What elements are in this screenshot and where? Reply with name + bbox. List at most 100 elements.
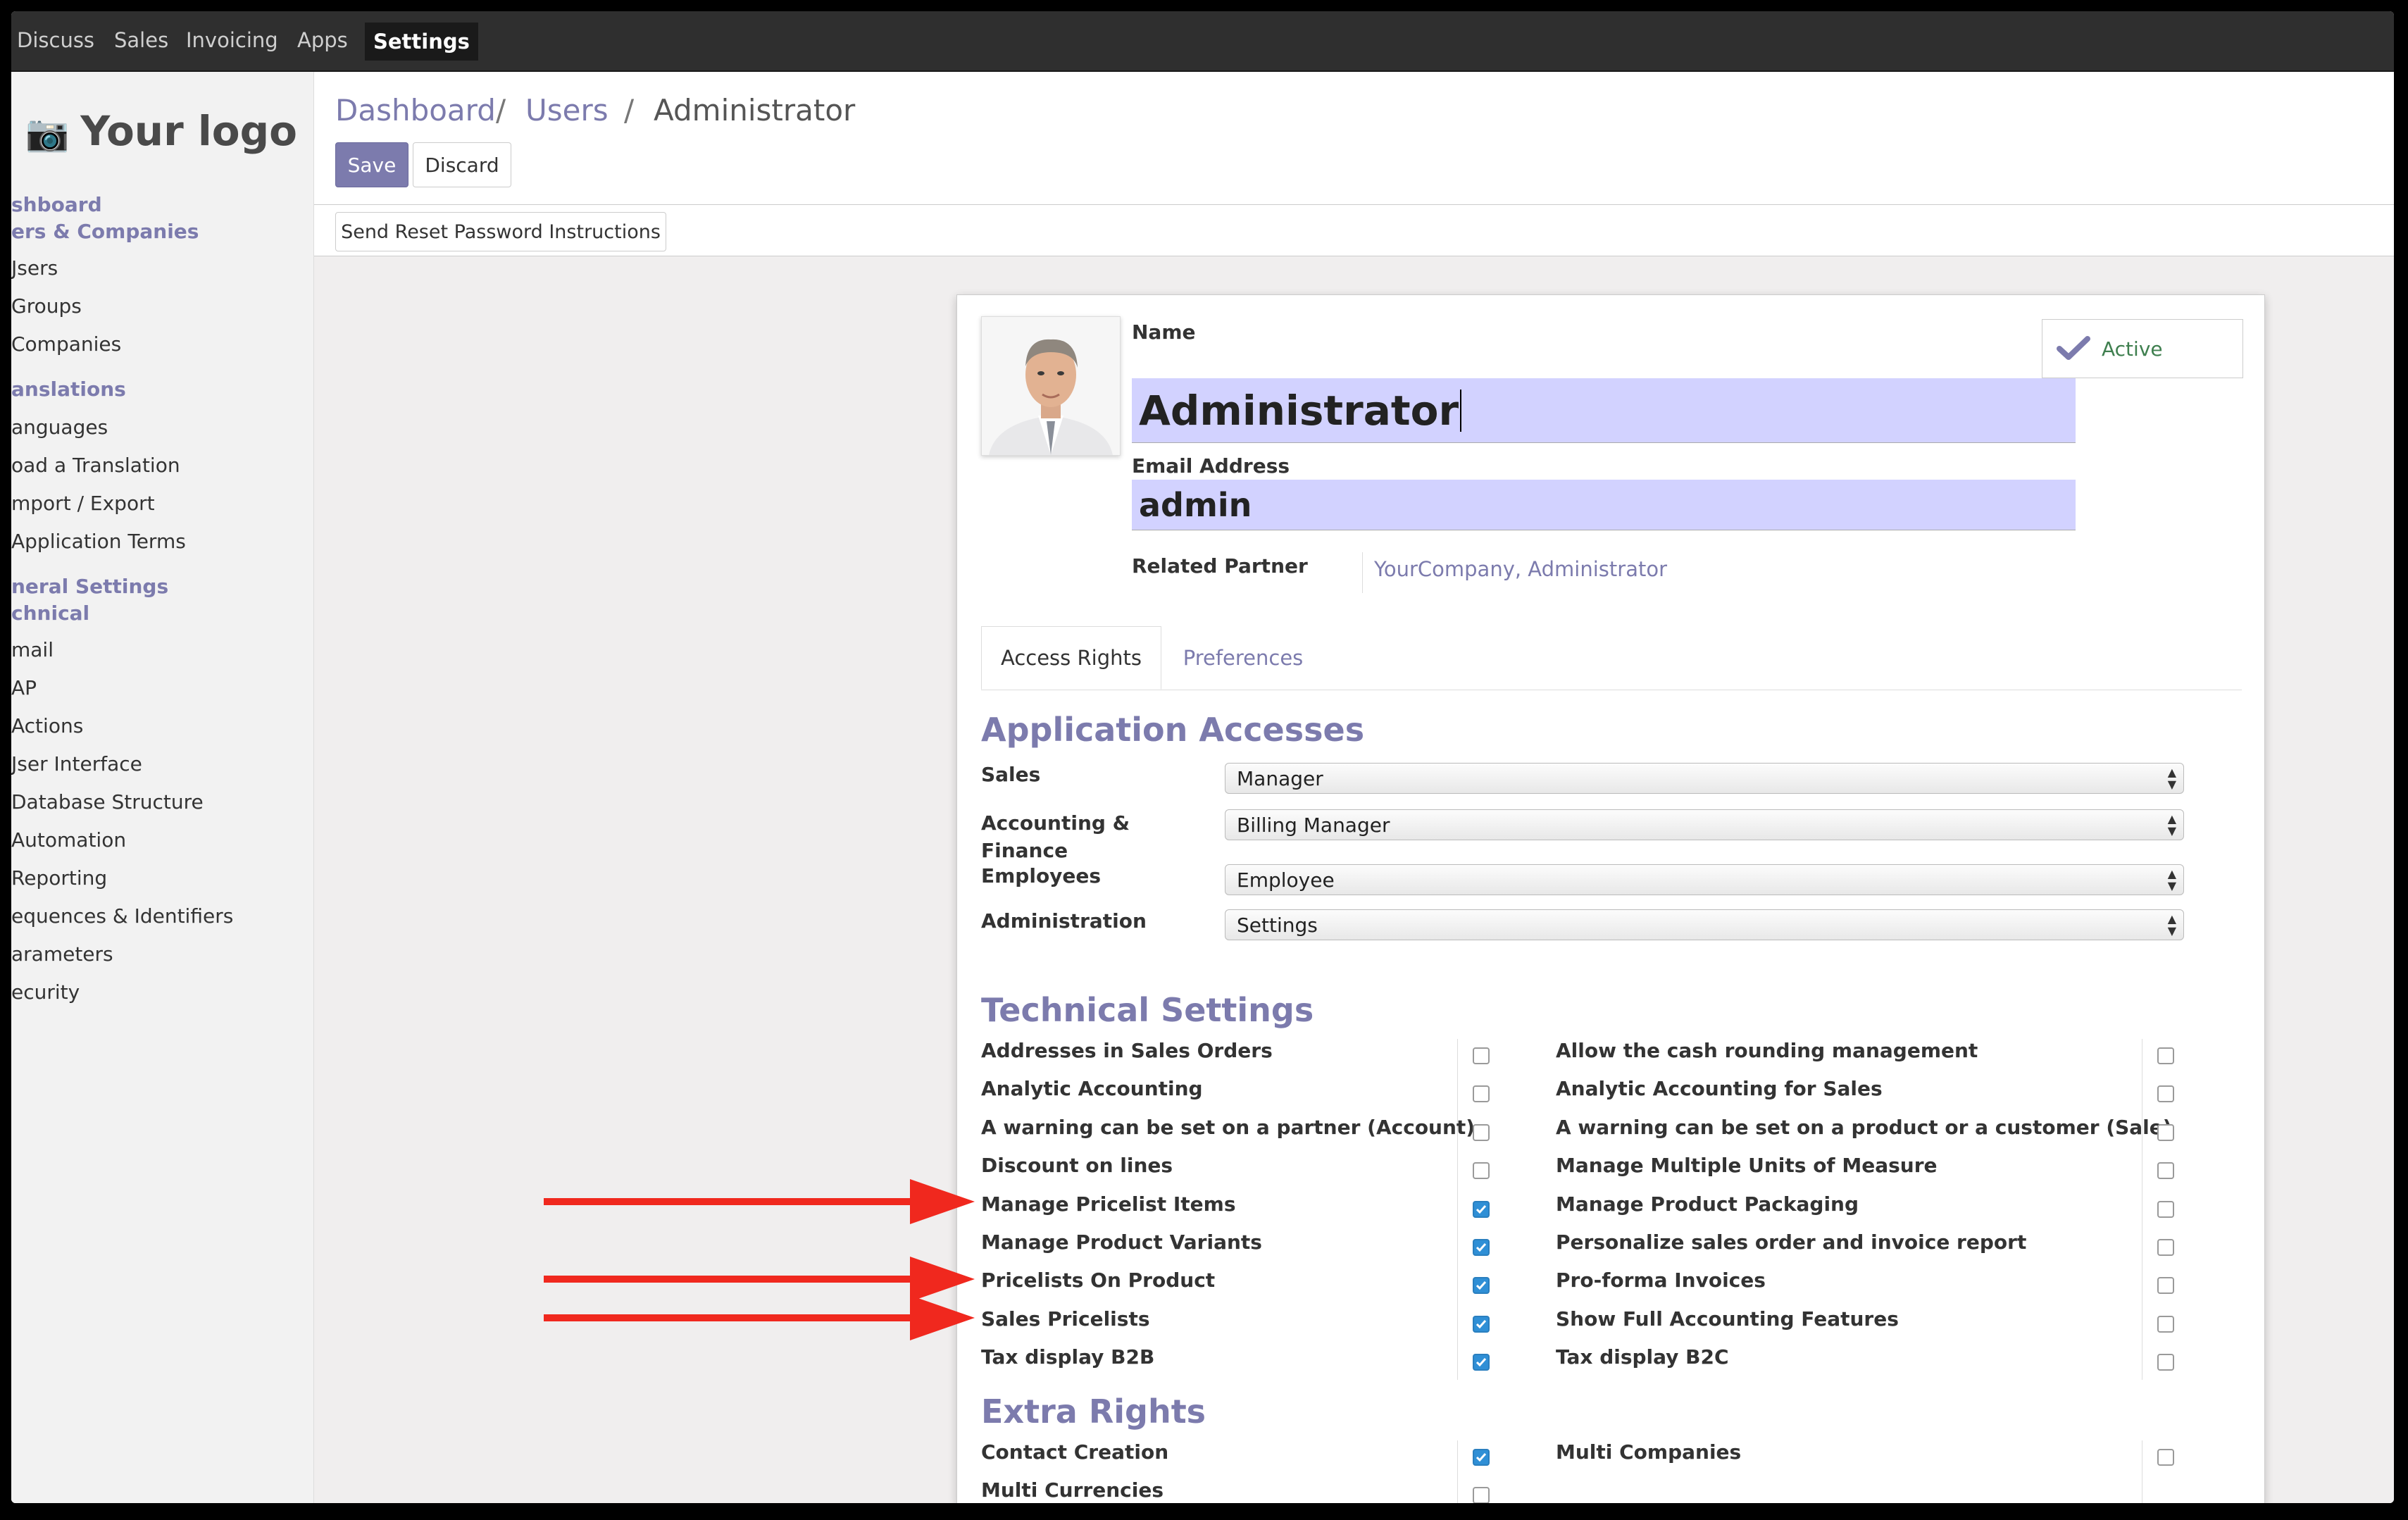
checkbox-show-full-accounting-features[interactable] [2157,1315,2174,1333]
sidebar-item-application-terms[interactable]: Application Terms [11,530,186,553]
setting-label-pricelists-on-product: Pricelists On Product [981,1269,1216,1292]
employees-access-select[interactable]: Employee ▲ ▼ [1225,864,2184,895]
setting-label-multi-currencies: Multi Currencies [981,1478,1164,1502]
sales-access-value: Manager [1237,766,1323,790]
email-input[interactable]: admin [1132,480,2076,530]
nav-discuss[interactable]: Discuss [17,28,94,52]
sidebar-item-languages[interactable]: anguages [11,416,108,439]
sidebar-item-users-companies[interactable]: ers & Companies [11,220,199,243]
checkbox-manage-pricelist-items[interactable] [1473,1200,1490,1218]
setting-label-tax-display-b2b: Tax display B2B [981,1345,1155,1369]
accounting-access-value: Billing Manager [1237,813,1390,837]
checkbox-tax-display-b2b[interactable] [1473,1354,1490,1371]
related-partner-link[interactable]: YourCompany, Administrator [1374,557,1667,581]
column-divider [1457,1039,1458,1380]
name-input[interactable]: Administrator [1132,378,2076,443]
breadcrumb-current: Administrator [654,93,856,127]
checkbox-tax-display-b2c[interactable] [2157,1354,2174,1371]
setting-label-a-warning-can-be-set-on-a-product-or-a-customer-sale: A warning can be set on a product or a c… [1556,1115,2172,1139]
sidebar-item-sequences[interactable]: equences & Identifiers [11,904,233,928]
select-arrows-icon: ▲ ▼ [2167,912,2176,937]
accounting-access-select[interactable]: Billing Manager ▲ ▼ [1225,809,2184,840]
avatar-photo [982,317,1120,455]
employees-access-value: Employee [1237,868,1335,892]
setting-label-discount-on-lines: Discount on lines [981,1154,1173,1178]
checkbox-allow-the-cash-rounding-management[interactable] [2157,1047,2174,1064]
setting-label-multi-companies: Multi Companies [1556,1440,1742,1464]
save-button[interactable]: Save [335,142,408,187]
sidebar-item-technical[interactable]: chnical [11,602,89,625]
setting-label-manage-product-variants: Manage Product Variants [981,1231,1262,1254]
sidebar-item-groups[interactable]: Groups [11,294,82,318]
administration-access-select[interactable]: Settings ▲ ▼ [1225,909,2184,940]
sidebar-item-general-settings[interactable]: neral Settings [11,575,168,598]
technical-settings-title: Technical Settings [981,991,1314,1029]
active-toggle-button[interactable]: Active [2042,319,2243,378]
sidebar-item-user-interface[interactable]: Jser Interface [11,752,142,775]
sidebar-item-security[interactable]: ecurity [11,980,80,1004]
checkbox-discount-on-lines[interactable] [1473,1162,1490,1180]
name-label: Name [1132,320,1196,344]
sidebar-item-companies[interactable]: Companies [11,332,121,356]
breadcrumb-dashboard[interactable]: Dashboard [335,93,496,127]
sidebar-item-reporting[interactable]: Reporting [11,866,107,890]
email-value: admin [1139,485,1252,524]
sidebar-item-load-translation[interactable]: oad a Translation [11,454,180,477]
checkbox-sales-pricelists[interactable] [1473,1315,1490,1333]
sidebar-item-database-structure[interactable]: Database Structure [11,790,204,814]
nav-settings[interactable]: Settings [365,23,478,61]
sidebar-item-iap[interactable]: AP [11,676,37,699]
setting-label-manage-product-packaging: Manage Product Packaging [1556,1192,1859,1216]
checkbox-manage-product-packaging[interactable] [2157,1200,2174,1218]
checkbox-contact-creation[interactable] [1473,1449,1490,1466]
checkbox-analytic-accounting[interactable] [1473,1085,1490,1103]
setting-label-a-warning-can-be-set-on-a-partner-account: A warning can be set on a partner (Accou… [981,1115,1476,1139]
select-arrows-icon: ▲ ▼ [2167,766,2176,791]
user-avatar[interactable] [981,316,1121,456]
email-label: Email Address [1132,454,1290,478]
checkmark-icon [1476,1319,1487,1328]
checkbox-personalize-sales-order-and-invoice-report[interactable] [2157,1239,2174,1256]
checkbox-multi-companies[interactable] [2157,1449,2174,1466]
checkbox-a-warning-can-be-set-on-a-partner-account[interactable] [1473,1123,1490,1141]
reset-password-button[interactable]: Send Reset Password Instructions [335,212,666,251]
select-arrows-icon: ▲ ▼ [2167,867,2176,892]
sidebar-item-import-export[interactable]: mport / Export [11,492,155,515]
checkbox-manage-multiple-units-of-measure[interactable] [2157,1162,2174,1180]
sidebar-item-actions[interactable]: Actions [11,714,83,737]
checkbox-addresses-in-sales-orders[interactable] [1473,1047,1490,1064]
checkbox-analytic-accounting-for-sales[interactable] [2157,1085,2174,1103]
setting-label-analytic-accounting-for-sales: Analytic Accounting for Sales [1556,1077,1883,1101]
sales-access-select[interactable]: Manager ▲ ▼ [1225,763,2184,794]
sidebar-item-dashboard[interactable]: shboard [11,193,102,216]
setting-label-analytic-accounting: Analytic Accounting [981,1077,1203,1101]
checkbox-manage-product-variants[interactable] [1473,1239,1490,1256]
breadcrumb-separator: / [624,93,635,127]
sidebar-item-email[interactable]: mail [11,638,54,661]
tab-access-rights[interactable]: Access Rights [981,626,1161,690]
top-nav-bar: Discuss Sales Invoicing Apps Settings [11,11,2394,72]
breadcrumb-separator: / [496,93,506,127]
checkbox-a-warning-can-be-set-on-a-product-or-a-customer-sale[interactable] [2157,1123,2174,1141]
form-sheet: Name Administrator Email Address admin R… [956,294,2265,1503]
nav-invoicing[interactable]: Invoicing [186,28,278,52]
discard-button[interactable]: Discard [413,142,511,187]
checkbox-multi-currencies[interactable] [1473,1487,1490,1503]
sidebar-item-automation[interactable]: Automation [11,828,126,852]
tab-preferences[interactable]: Preferences [1161,626,1325,690]
sidebar-item-users[interactable]: Jsers [11,256,58,280]
nav-apps[interactable]: Apps [297,28,348,52]
accounting-access-label: Accounting & Finance [981,811,1130,862]
employees-access-label: Employees [981,864,1102,887]
nav-sales[interactable]: Sales [114,28,168,52]
sidebar-item-parameters[interactable]: arameters [11,942,113,966]
breadcrumb-users[interactable]: Users [525,93,609,127]
setting-label-sales-pricelists: Sales Pricelists [981,1307,1150,1331]
checkbox-pricelists-on-product[interactable] [1473,1277,1490,1295]
setting-label-tax-display-b2c: Tax display B2C [1556,1345,1729,1369]
setting-label-contact-creation: Contact Creation [981,1440,1169,1464]
checkmark-icon [1476,1204,1487,1214]
checkmark-icon [1476,1453,1487,1462]
sidebar-item-translations[interactable]: anslations [11,378,126,401]
checkbox-pro-forma-invoices[interactable] [2157,1277,2174,1295]
